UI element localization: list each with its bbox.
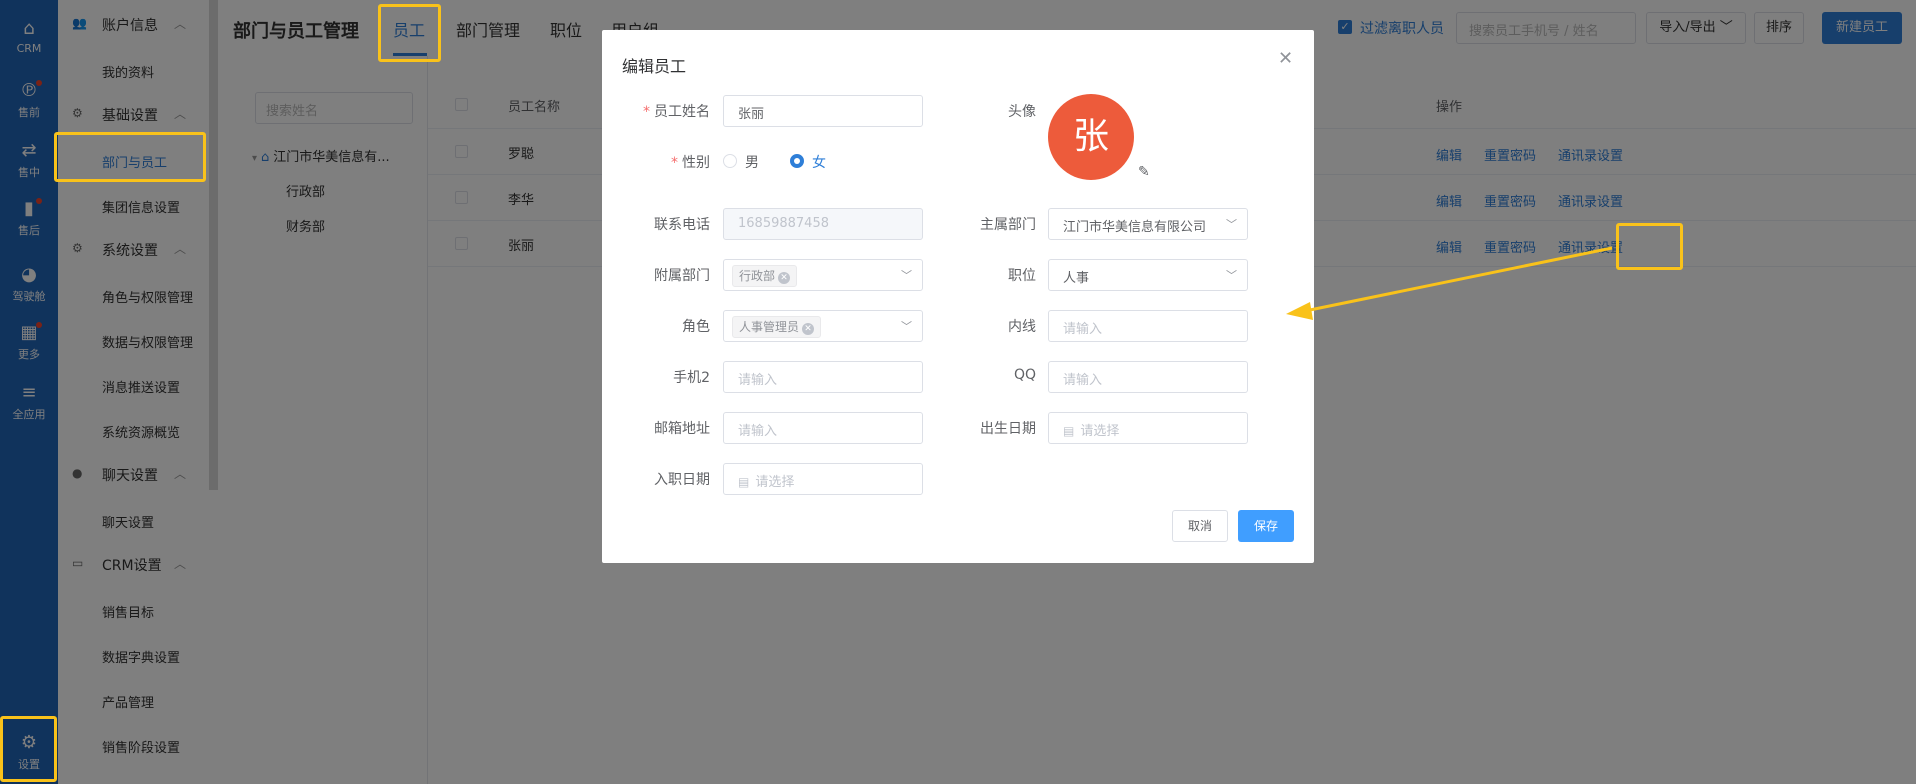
secondary-dept-label: 附属部门 [654, 268, 710, 284]
tag-label: 人事管理员 [739, 320, 800, 334]
qq-input[interactable]: 请输入 [1048, 361, 1248, 393]
chevron-down-icon: ﹀ [901, 320, 912, 333]
remove-tag-icon[interactable]: ✕ [802, 323, 815, 335]
placeholder-text: 请选择 [755, 475, 795, 490]
gender-female-label[interactable]: 女 [812, 152, 826, 172]
hire-date-label: 入职日期 [654, 472, 710, 488]
mobile2-label: 手机2 [673, 370, 710, 386]
highlight-dept-employees [54, 132, 206, 182]
qq-label: QQ [1013, 367, 1036, 383]
avatar[interactable]: 张 [1048, 94, 1134, 180]
email-label: 邮箱地址 [654, 421, 710, 437]
dialog-title: 编辑员工 [622, 57, 687, 76]
label-text: 性别 [682, 155, 710, 171]
cancel-button[interactable]: 取消 [1172, 510, 1228, 542]
gender-male-radio[interactable] [723, 154, 737, 168]
secondary-dept-select[interactable]: 行政部 ✕ ﹀ [723, 259, 923, 291]
role-select[interactable]: 人事管理员 ✕ ﹀ [723, 310, 923, 342]
edit-employee-dialog: 编辑员工 ✕ * 员工姓名 张丽 * 性别 男 女 联系电话 16859887458… [602, 30, 1314, 563]
chevron-down-icon: ﹀ [1226, 269, 1237, 282]
gender-label: * 性别 [671, 155, 710, 171]
main-dept-select[interactable]: 江门市华美信息有限公司 ﹀ [1048, 208, 1248, 240]
placeholder-text: 请选择 [1080, 424, 1120, 439]
gender-male-label[interactable]: 男 [745, 152, 759, 172]
highlight-edit-link [1616, 223, 1683, 270]
chevron-down-icon: ﹀ [1226, 218, 1237, 231]
select-value: 江门市华美信息有限公司 [1063, 220, 1207, 235]
birth-date-picker[interactable]: ▤ 请选择 [1048, 412, 1248, 444]
tag-label: 行政部 [739, 269, 776, 283]
highlight-employees-tab [378, 4, 441, 62]
position-label: 职位 [1008, 268, 1036, 284]
dept-tag: 行政部 ✕ [732, 265, 798, 287]
role-label: 角色 [682, 319, 710, 335]
email-input[interactable]: 请输入 [723, 412, 923, 444]
close-icon[interactable]: ✕ [1278, 48, 1293, 69]
phone-input[interactable]: 16859887458 [723, 208, 923, 240]
phone-label: 联系电话 [654, 217, 710, 233]
save-button[interactable]: 保存 [1238, 510, 1294, 542]
select-value: 人事 [1063, 271, 1090, 286]
avatar-label: 头像 [1008, 104, 1036, 120]
remove-tag-icon[interactable]: ✕ [778, 272, 791, 284]
employee-name-input[interactable]: 张丽 [723, 95, 923, 127]
role-tag: 人事管理员 ✕ [732, 316, 822, 338]
extension-input[interactable]: 请输入 [1048, 310, 1248, 342]
calendar-icon: ▤ [738, 475, 750, 489]
birth-date-label: 出生日期 [980, 421, 1036, 437]
highlight-settings [0, 716, 57, 782]
name-label: * 员工姓名 [643, 104, 710, 120]
gender-female-radio[interactable] [790, 154, 804, 168]
edit-pen-icon[interactable]: ✎ [1138, 164, 1150, 180]
position-select[interactable]: 人事 ﹀ [1048, 259, 1248, 291]
chevron-down-icon: ﹀ [901, 269, 912, 282]
calendar-icon: ▤ [1063, 424, 1075, 438]
mobile2-input[interactable]: 请输入 [723, 361, 923, 393]
hire-date-picker[interactable]: ▤ 请选择 [723, 463, 923, 495]
label-text: 员工姓名 [654, 104, 710, 120]
main-dept-label: 主属部门 [980, 217, 1036, 233]
extension-label: 内线 [1008, 319, 1036, 335]
